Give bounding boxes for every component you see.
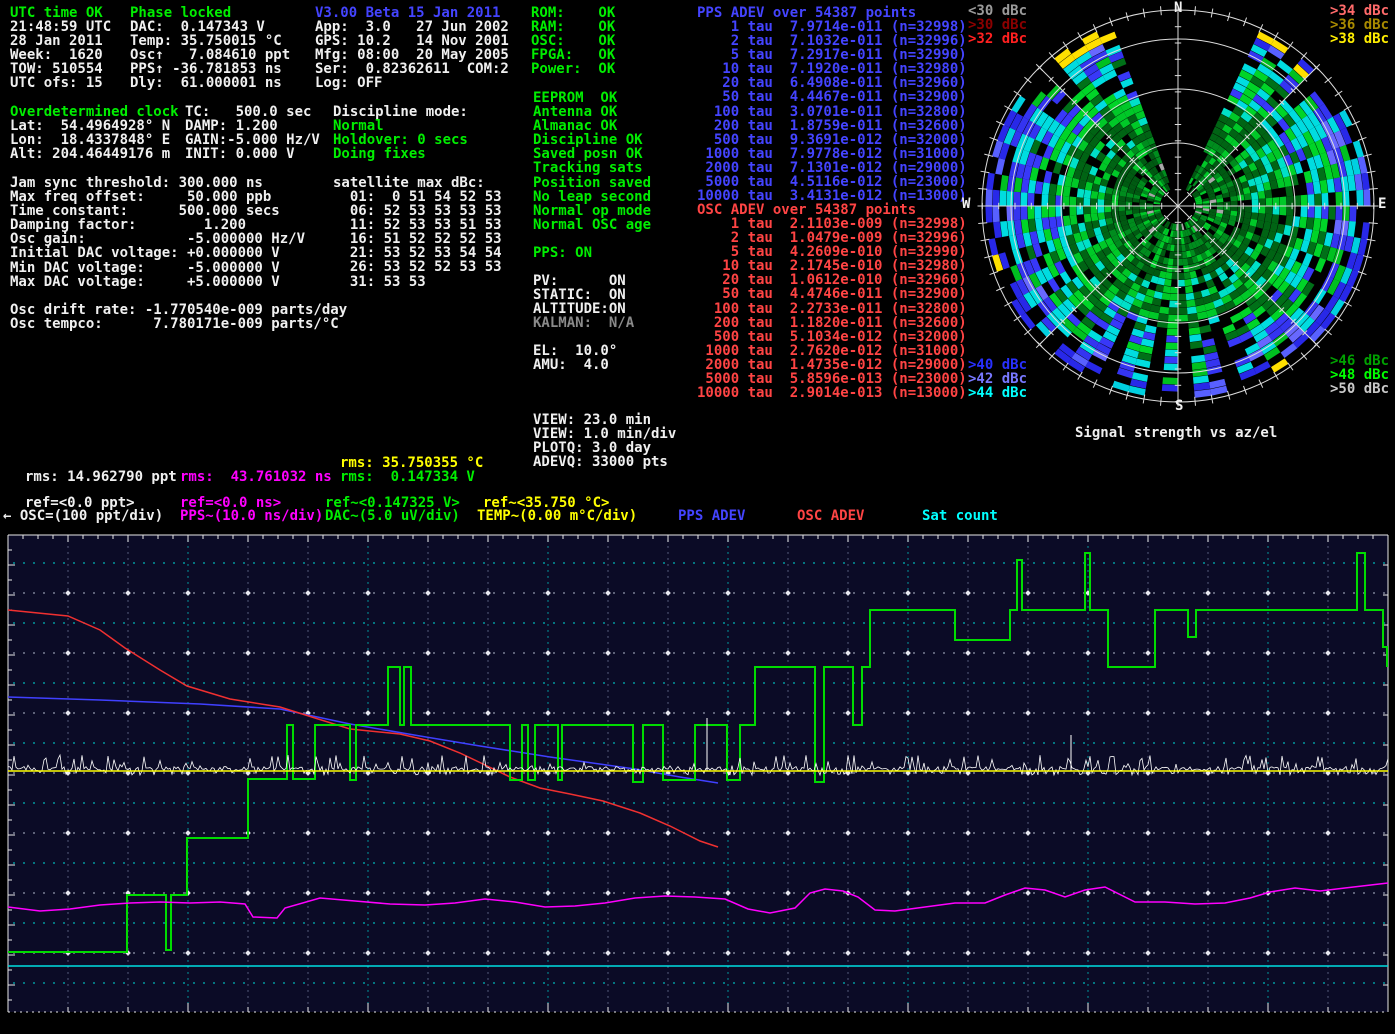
- pps-adev-table: 1 tau 7.9714e-011 (n=32998) 2 tau 7.1032…: [697, 20, 967, 203]
- trace-legend-pps-adev: PPS ADEV: [678, 509, 745, 523]
- dbc-legend-item: >48 dBc: [1330, 368, 1389, 382]
- dbc-legend-item: >34 dBc: [1330, 4, 1389, 18]
- dbc-legend-top-left: <30 dBc >30 dBc >32 dBc: [968, 4, 1027, 46]
- lady-heather-screen: UTC time OK 21:48:59 UTC 28 Jan 2011 Wee…: [0, 0, 1395, 1034]
- polar-south-label: S: [1175, 399, 1183, 413]
- phase-status-title: Phase locked: [130, 6, 231, 20]
- polar-east-label: E: [1378, 197, 1386, 211]
- dac-scale-label: DAC~(5.0 uV/div): [325, 509, 460, 523]
- utc-status-title: UTC time OK: [10, 6, 103, 20]
- dbc-legend-item: >44 dBc: [968, 386, 1027, 400]
- trace-legend-sat-count: Sat count: [922, 509, 998, 523]
- rms-dac-label: rms: 0.147334 V: [340, 470, 475, 484]
- time-readout: 21:48:59 UTC 28 Jan 2011 Week: 1620 TOW:…: [10, 20, 111, 90]
- pps-state: PPS: ON: [533, 246, 592, 260]
- dbc-legend-top-right: >34 dBc >36 dBc >38 dBc: [1330, 4, 1389, 46]
- dbc-legend-item: >38 dBc: [1330, 32, 1389, 46]
- dbc-legend-item: >46 dBc: [1330, 354, 1389, 368]
- firmware-info: App: 3.0 27 Jun 2002 GPS: 10.2 14 Nov 20…: [315, 20, 509, 90]
- receiver-status-list: EEPROM OK Antenna OK Almanac OK Discipli…: [533, 91, 651, 232]
- dbc-legend-bottom-right: >46 dBc >48 dBc >50 dBc: [1330, 354, 1389, 396]
- discipline-mode-state: Normal Holdover: 0 secs Doing fixes: [333, 119, 468, 161]
- sat-dbc-table: 01: 0 51 54 52 53 06: 52 53 53 53 53 11:…: [333, 190, 502, 289]
- clock-mode-title: Overdetermined clock: [10, 105, 179, 119]
- kalman-state: KALMAN: N/A: [533, 316, 634, 330]
- dbc-legend-bottom-left: >40 dBc >42 dBc >44 dBc: [968, 358, 1027, 400]
- temp-scale-label: TEMP~(0.00 m°C/div): [477, 509, 637, 523]
- osc-drift-readout: Osc drift rate: -1.770540e-009 parts/day…: [10, 303, 347, 331]
- dbc-legend-item: >40 dBc: [968, 358, 1027, 372]
- fix-mode-flags: PV: ON STATIC: ON ALTITUDE:ON: [533, 274, 626, 316]
- trace-legend-osc-adev: OSC ADEV: [797, 509, 864, 523]
- dbc-legend-item: >30 dBc: [968, 18, 1027, 32]
- version-title: V3.00 Beta 15 Jan 2011: [315, 6, 500, 20]
- rms-pps-label: rms: 43.761032 ns: [180, 470, 332, 484]
- pps-scale-label: PPS~(10.0 ns/div): [180, 509, 323, 523]
- dbc-legend-item: >32 dBc: [968, 32, 1027, 46]
- loop-params: TC: 500.0 sec DAMP: 1.200 GAIN:-5.000 Hz…: [185, 105, 320, 161]
- polar-caption: Signal strength vs az/el: [1075, 426, 1277, 440]
- osc-adev-table: 1 tau 2.1103e-009 (n=32998) 2 tau 1.0479…: [697, 217, 967, 400]
- sat-dbc-title: satellite max dBc:: [333, 176, 485, 190]
- discipline-mode-title: Discipline mode:: [333, 105, 468, 119]
- dbc-legend-item: >50 dBc: [1330, 382, 1389, 396]
- rms-temp-label: rms: 35.750355 °C: [340, 456, 483, 470]
- view-settings: VIEW: 23.0 min VIEW: 1.0 min/div PLOTQ: …: [533, 413, 676, 469]
- dbc-legend-item: >42 dBc: [968, 372, 1027, 386]
- polar-west-label: W: [962, 197, 970, 211]
- oscillator-readout: DAC: 0.147343 V Temp: 35.750015 °C Osc↑ …: [130, 20, 290, 90]
- device-status-list: ROM: OK RAM: OK OSC: OK FPGA: OK Power: …: [531, 6, 615, 76]
- osc-scale-label: ← OSC=(100 ppt/div): [3, 509, 163, 523]
- dbc-legend-item: >36 dBc: [1330, 18, 1389, 32]
- dbc-legend-item: <30 dBc: [968, 4, 1027, 18]
- pps-adev-title: PPS ADEV over 54387 points: [697, 6, 916, 20]
- el-amu-readout: EL: 10.0° AMU: 4.0: [533, 344, 617, 372]
- disciplining-settings: Jam sync threshold: 300.000 ns Max freq …: [10, 176, 305, 289]
- osc-adev-title: OSC ADEV over 54387 points: [697, 203, 916, 217]
- position-readout: Lat: 54.4964928° N Lon: 18.4337848° E Al…: [10, 119, 170, 161]
- rms-osc-label: rms: 14.962790 ppt: [25, 470, 177, 484]
- polar-north-label: N: [1174, 1, 1182, 15]
